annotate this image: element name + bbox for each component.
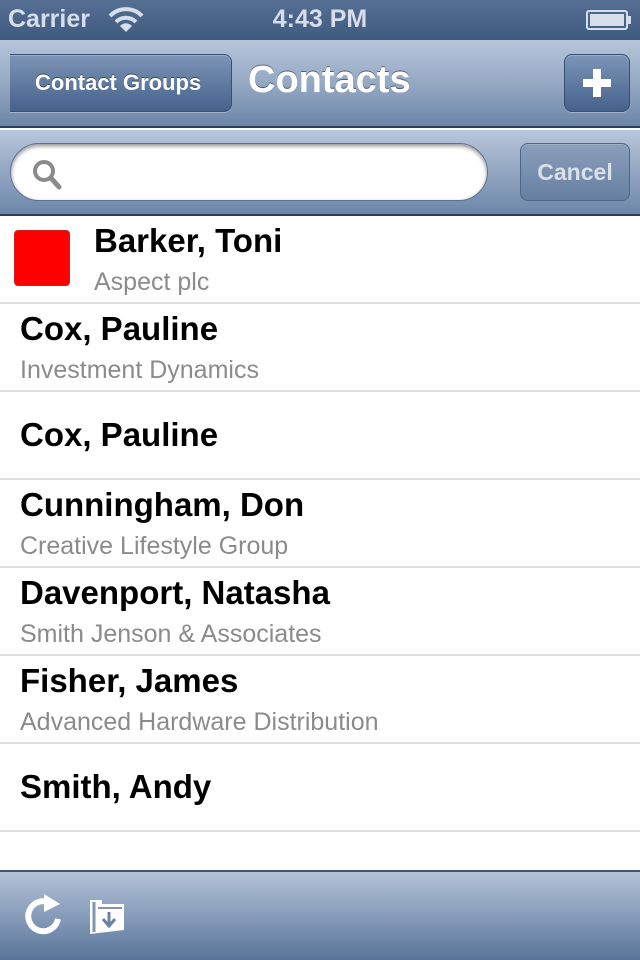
contact-row[interactable]: Barker, Toni Aspect plc [0,216,640,304]
contact-row[interactable]: Cox, Pauline Investment Dynamics [0,304,640,392]
contact-row[interactable]: Davenport, Natasha Smith Jenson & Associ… [0,568,640,656]
add-contact-button[interactable] [564,54,630,112]
contact-company: Advanced Hardware Distribution [20,708,379,736]
folder-download-icon[interactable] [84,890,134,940]
status-time: 4:43 PM [272,5,368,33]
status-bar: Carrier 4:43 PM [0,0,640,40]
search-input[interactable] [75,154,475,192]
cancel-button[interactable]: Cancel [520,143,630,201]
contact-company: Aspect plc [94,268,210,296]
page-title: Contacts [248,59,411,101]
contact-name: Cox, Pauline [20,416,219,453]
navigation-bar: Contact Groups Contacts [0,40,640,128]
contact-name: Cunningham, Don [20,486,305,523]
contact-name: Cox, Pauline [20,310,219,347]
back-button-label: Contact Groups [35,70,202,95]
search-bar: Cancel [0,130,640,216]
bottom-toolbar [0,870,640,960]
contact-name: Barker, Toni [94,222,283,259]
search-icon [33,160,62,190]
contact-company: Investment Dynamics [20,356,259,384]
contact-thumbnail [14,230,70,286]
search-field[interactable] [10,143,488,201]
contact-name: Fisher, James [20,662,239,699]
contact-row[interactable]: Fisher, James Advanced Hardware Distribu… [0,656,640,744]
contact-row[interactable]: Cox, Pauline [0,392,640,480]
contact-row[interactable]: Cunningham, Don Creative Lifestyle Group [0,480,640,568]
contact-name: Davenport, Natasha [20,574,330,611]
back-button-contact-groups[interactable]: Contact Groups [10,54,232,112]
contacts-list: Barker, Toni Aspect plc Cox, Pauline Inv… [0,216,640,870]
contact-name: Smith, Andy [20,768,212,805]
contact-company: Creative Lifestyle Group [20,532,289,560]
battery-icon [586,10,631,30]
contact-company: Smith Jenson & Associates [20,620,322,648]
plus-icon [583,69,611,97]
contact-row[interactable]: Smith, Andy [0,744,640,832]
refresh-icon[interactable] [18,890,68,940]
